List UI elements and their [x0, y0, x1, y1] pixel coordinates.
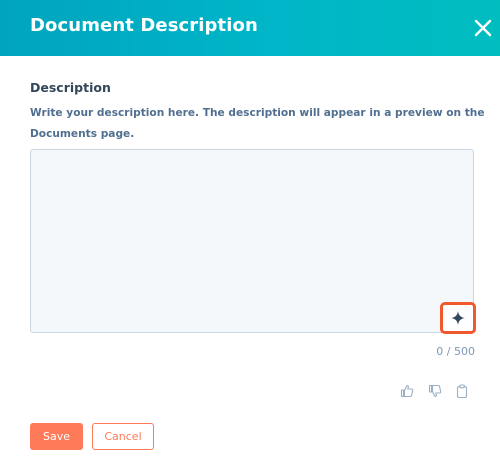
ai-assist-button[interactable] [440, 302, 476, 334]
thumbs-down-button[interactable] [428, 383, 442, 398]
description-textarea[interactable] [30, 149, 474, 333]
close-icon [474, 19, 492, 37]
dialog-title: Document Description [30, 15, 258, 36]
thumbs-up-icon [400, 384, 414, 398]
copy-button[interactable] [455, 383, 469, 399]
save-button[interactable]: Save [30, 423, 83, 450]
sparkle-icon [451, 311, 465, 325]
cancel-button[interactable]: Cancel [92, 423, 154, 450]
description-help-text: Write your description here. The descrip… [30, 107, 485, 140]
close-button[interactable] [470, 15, 496, 41]
dialog-header: Document Description [0, 0, 500, 56]
thumbs-up-button[interactable] [400, 383, 414, 398]
character-counter: 0 / 500 [436, 345, 475, 358]
clipboard-icon [456, 384, 468, 399]
description-label: Description [30, 80, 111, 95]
thumbs-down-icon [428, 384, 442, 398]
